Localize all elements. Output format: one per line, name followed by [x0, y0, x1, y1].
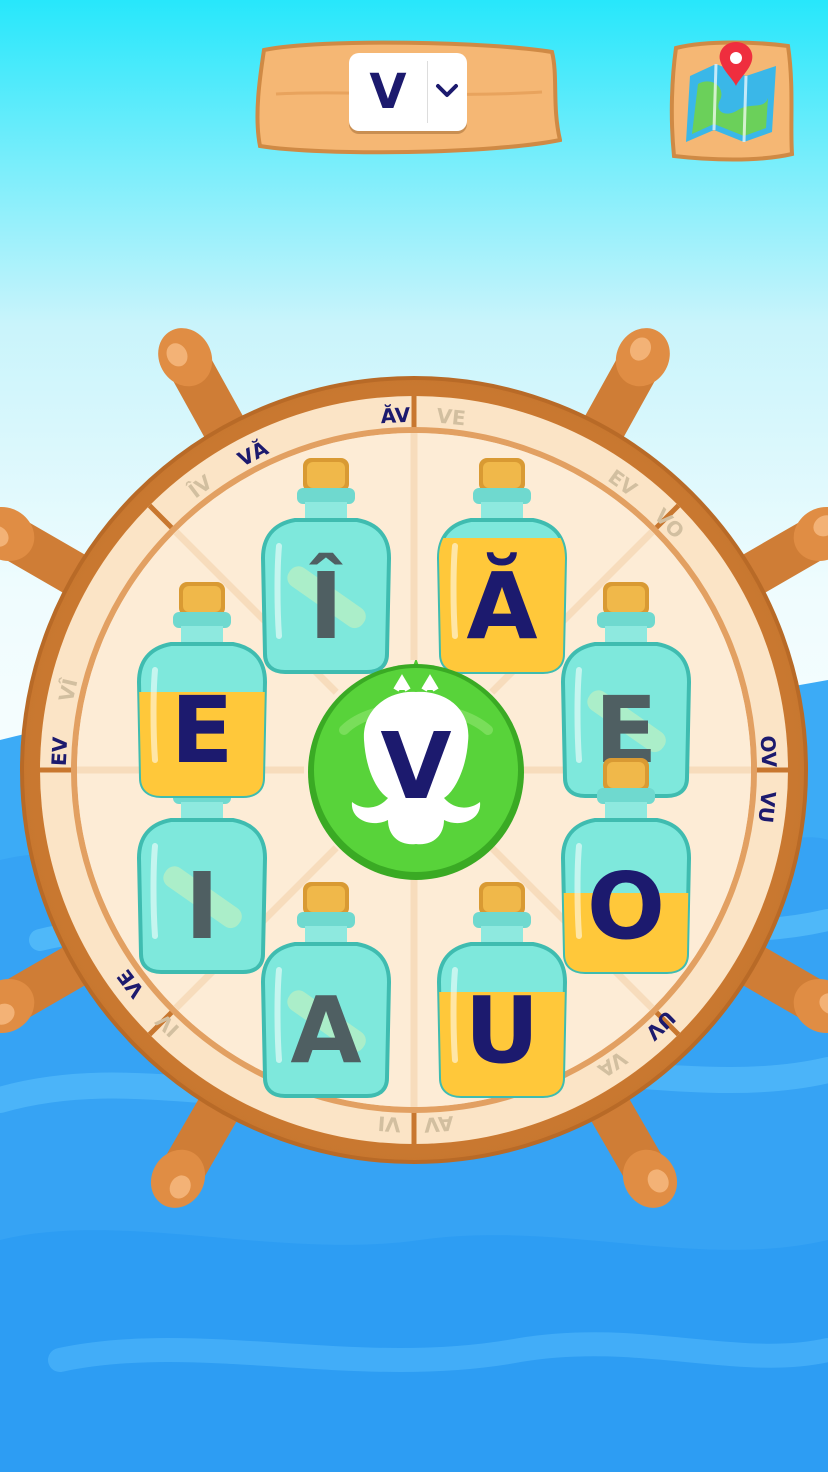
- ring-label: VE: [435, 403, 466, 430]
- selected-letter: V: [369, 64, 407, 120]
- chevron-down-icon: [436, 84, 458, 97]
- bottle-U[interactable]: U: [427, 882, 577, 1102]
- bottle-letter: E: [170, 677, 233, 784]
- ring-label: ĂV: [380, 403, 411, 429]
- spin-center-button[interactable]: V: [304, 660, 528, 884]
- ring-label: VI: [377, 1111, 402, 1137]
- letter-dropdown[interactable]: V: [349, 53, 467, 131]
- dropdown-divider: [427, 61, 428, 123]
- bottle-letter: I: [184, 853, 218, 960]
- bottle-Î[interactable]: Î: [251, 457, 401, 678]
- ring-label: OV: [756, 735, 782, 769]
- center-letter: V: [380, 713, 451, 820]
- bottle-letter: U: [465, 977, 540, 1084]
- bottle-letter: Ă: [466, 551, 537, 660]
- map-button[interactable]: [668, 36, 796, 164]
- ring-label: EV: [47, 736, 73, 767]
- bottle-letter: Î: [309, 552, 343, 660]
- ring-label: AV: [423, 1111, 455, 1137]
- ring-label: VU: [753, 790, 780, 824]
- bottle-letter: A: [290, 977, 361, 1084]
- bottle-letter: O: [587, 853, 665, 960]
